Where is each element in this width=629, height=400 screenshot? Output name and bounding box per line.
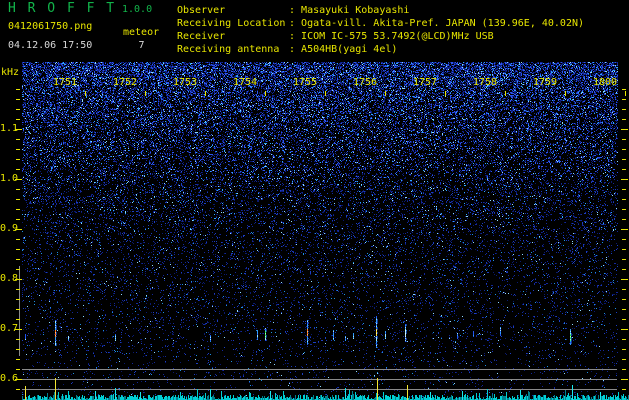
- freq-tick-label: 0.6: [0, 373, 19, 384]
- station-info-row: Receiving Location: Ogata-vill. Akita-Pr…: [177, 17, 584, 30]
- station-info-row: Observer: Masayuki Kobayashi: [177, 4, 584, 17]
- freq-tick-label: 0.9: [0, 223, 19, 234]
- info-label: Receiving antenna: [177, 44, 280, 55]
- station-info-row: Receiving antenna: A504HB(yagi 4el): [177, 43, 584, 56]
- freq-tick-label: 0.8: [0, 273, 19, 284]
- station-info-row: Receiver: ICOM IC-575 53.7492(@LCD)MHz U…: [177, 30, 584, 43]
- time-tick-label: 1800: [592, 77, 618, 88]
- freq-tick-label: 1.0: [0, 173, 19, 184]
- station-info-table: Observer: Masayuki Kobayashi Receiving Lo…: [177, 4, 584, 56]
- output-filename: 0412061750.png: [8, 21, 93, 32]
- time-tick-label: 1751: [52, 77, 78, 88]
- datetime-label: 04.12.06 17:50: [8, 40, 93, 51]
- app-version: 1.0.0: [122, 4, 153, 15]
- time-tick-label: 1755: [292, 77, 318, 88]
- freq-axis-unit: kHz: [1, 67, 20, 78]
- info-separator: :: [289, 44, 302, 55]
- time-tick-label: 1753: [172, 77, 198, 88]
- time-tick-label: 1759: [532, 77, 558, 88]
- time-tick-label: 1757: [412, 77, 438, 88]
- time-tick-label: 1756: [352, 77, 378, 88]
- time-tick-label: 1752: [112, 77, 138, 88]
- meteor-count: 7: [138, 40, 145, 51]
- info-value: Ogata-vill. Akita-Pref. JAPAN (139.96E, …: [301, 18, 585, 29]
- info-value: ICOM IC-575 53.7492(@LCD)MHz USB: [301, 31, 494, 42]
- time-tick-label: 1758: [472, 77, 498, 88]
- time-tick-label: 1754: [232, 77, 258, 88]
- freq-tick-label: 0.7: [0, 323, 19, 334]
- info-separator: :: [289, 18, 302, 29]
- info-separator: :: [289, 5, 302, 16]
- info-label: Receiving Location: [177, 18, 286, 29]
- app-title: H R O F F T: [8, 1, 117, 16]
- info-label: Observer: [177, 5, 226, 16]
- info-value: Masayuki Kobayashi: [301, 5, 410, 16]
- hrofft-screen: H R O F F T 1.0.0 0412061750.png meteor …: [0, 0, 629, 400]
- info-label: Receiver: [177, 31, 226, 42]
- info-value: A504HB(yagi 4el): [301, 44, 398, 55]
- spectrogram-canvas: [0, 0, 629, 400]
- mode-label: meteor: [123, 27, 160, 38]
- info-separator: :: [289, 31, 302, 42]
- freq-tick-label: 1.1: [0, 123, 19, 134]
